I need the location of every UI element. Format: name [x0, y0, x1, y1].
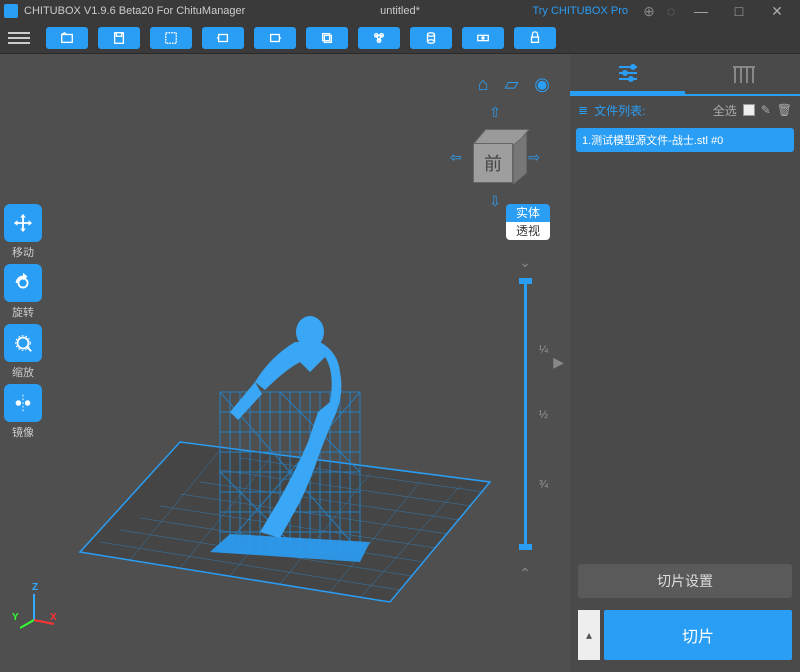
move-tool[interactable]: 移动 — [4, 204, 42, 260]
slice-button[interactable]: 切片 — [604, 610, 792, 660]
maximize-button[interactable]: □ — [720, 0, 758, 22]
slider-bottom-handle[interactable] — [519, 544, 532, 550]
select-all-label[interactable]: 全选 — [713, 102, 737, 119]
copy-button[interactable] — [306, 27, 348, 49]
slice-settings-button[interactable]: 切片设置 — [578, 564, 792, 598]
supports-tab[interactable] — [685, 54, 800, 94]
move-label: 移动 — [12, 244, 34, 260]
user-icon[interactable]: ◌ — [660, 3, 682, 19]
rotate-tool[interactable]: 旋转 — [4, 264, 42, 320]
slice-dropdown[interactable]: ▴ — [578, 610, 600, 660]
axis-gizmo: Z Y X — [12, 582, 62, 632]
axis-z-label: Z — [32, 582, 38, 593]
minimize-button[interactable]: — — [682, 0, 720, 22]
cube-up-arrow[interactable]: ⇧ — [450, 104, 540, 121]
menu-button[interactable] — [8, 27, 30, 49]
app-title: CHITUBOX V1.9.6 Beta20 For ChituManager — [24, 5, 245, 17]
axis-x-label: X — [50, 612, 57, 623]
render-mode-toggle[interactable]: 实体 透视 — [506, 204, 550, 240]
side-panel: ≣ 文件列表: 全选 ✎ 🗑 1.测试模型源文件-战士.stl #0 切片设置 … — [570, 54, 800, 672]
edit-icon[interactable]: ✎ — [761, 103, 771, 117]
mirror-label: 镜像 — [12, 424, 34, 440]
scale-label: 缩放 — [12, 364, 34, 380]
lock-button[interactable] — [514, 27, 556, 49]
model-with-supports[interactable] — [200, 302, 380, 562]
cube-left-arrow[interactable]: ⇦ — [450, 149, 462, 166]
try-pro-link[interactable]: Try CHITUBOX Pro — [532, 5, 628, 17]
app-logo-icon — [4, 4, 18, 18]
titlebar: CHITUBOX V1.9.6 Beta20 For ChituManager … — [0, 0, 800, 22]
slider-expand-icon[interactable]: ▶ — [553, 354, 564, 371]
3d-viewport[interactable]: ⌂ ▱ ◉ ⇧ ⇦ 前 ⇨ ⇩ 实体 透视 — [0, 54, 570, 672]
open-file-button[interactable] — [46, 27, 88, 49]
cube-front-face[interactable]: 前 — [473, 143, 513, 183]
layer-slider[interactable]: ⌄ ¼ ½ ¾ ▶ ⌃ — [510, 254, 540, 574]
redo-button[interactable] — [254, 27, 296, 49]
file-list-icon: ≣ — [578, 103, 588, 117]
main-toolbar — [0, 22, 800, 54]
tick-quarter: ¼ — [539, 344, 548, 356]
select-all-checkbox[interactable] — [743, 104, 755, 116]
undo-button[interactable] — [202, 27, 244, 49]
settings-tab[interactable] — [570, 54, 685, 94]
screenshot-button[interactable] — [150, 27, 192, 49]
file-list-label: 文件列表: — [594, 102, 707, 119]
perspective-icon[interactable]: ▱ — [504, 74, 518, 95]
scale-tool[interactable]: 缩放 — [4, 324, 42, 380]
cube-right-arrow[interactable]: ⇨ — [528, 149, 540, 166]
slider-up-chevron[interactable]: ⌄ — [510, 254, 540, 271]
close-button[interactable]: ✕ — [758, 0, 796, 22]
globe-icon[interactable]: ⊕ — [638, 3, 660, 20]
file-item[interactable]: 1.测试模型源文件-战士.stl #0 — [576, 128, 794, 152]
document-title: untitled* — [380, 5, 420, 17]
visibility-icon[interactable]: ◉ — [534, 74, 550, 95]
axis-y-label: Y — [12, 612, 19, 623]
slider-top-handle[interactable] — [519, 278, 532, 284]
auto-layout-button[interactable] — [358, 27, 400, 49]
slider-down-chevron[interactable]: ⌃ — [510, 565, 540, 582]
tick-threequarter: ¾ — [539, 479, 548, 491]
home-view-icon[interactable]: ⌂ — [478, 74, 489, 95]
solid-mode[interactable]: 实体 — [506, 204, 550, 222]
save-file-button[interactable] — [98, 27, 140, 49]
dig-hole-button[interactable] — [462, 27, 504, 49]
tick-half: ½ — [539, 409, 548, 421]
view-cube[interactable]: ⇧ ⇦ 前 ⇨ ⇩ — [450, 104, 540, 210]
delete-icon[interactable]: 🗑 — [777, 103, 792, 117]
mirror-tool[interactable]: 镜像 — [4, 384, 42, 440]
rotate-label: 旋转 — [12, 304, 34, 320]
hollow-button[interactable] — [410, 27, 452, 49]
wireframe-mode[interactable]: 透视 — [506, 222, 550, 240]
file-list-header: ≣ 文件列表: 全选 ✎ 🗑 — [570, 96, 800, 124]
